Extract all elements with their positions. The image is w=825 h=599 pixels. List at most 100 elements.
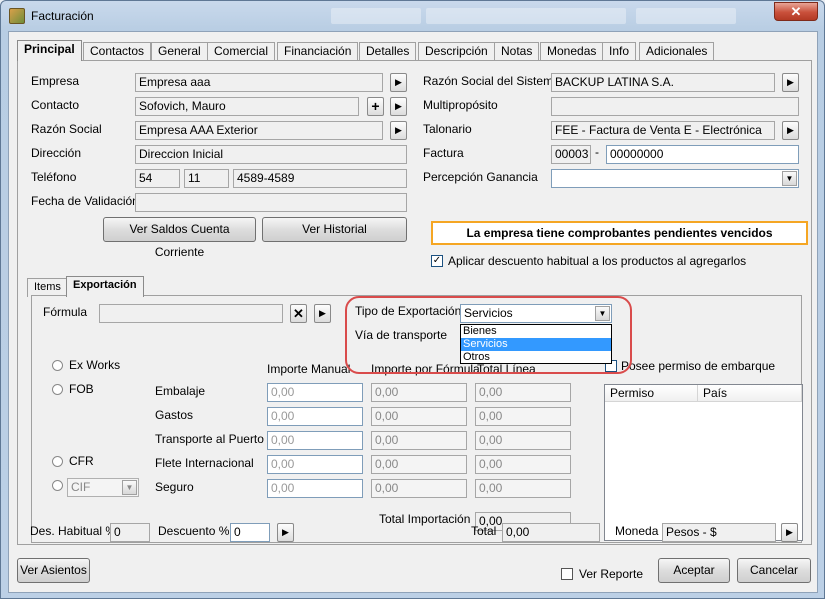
row-label-flete: Flete Internacional: [155, 456, 254, 470]
telefono-area-field[interactable]: 11: [184, 169, 229, 188]
tab-notas[interactable]: Notas: [494, 42, 540, 61]
tab-principal[interactable]: Principal: [17, 40, 82, 61]
moneda-field[interactable]: Pesos - $: [662, 523, 776, 542]
fecha-validacion-label: Fecha de Validación: [31, 194, 139, 208]
descuento-checkbox-label: Aplicar descuento habitual a los product…: [448, 254, 747, 268]
seguro-manual-field[interactable]: 0,00: [267, 479, 363, 498]
contacto-arrow-button[interactable]: ▶: [390, 97, 407, 116]
gastos-manual-field[interactable]: 0,00: [267, 407, 363, 426]
radio-fob-label: FOB: [69, 382, 94, 396]
percepcion-label: Percepción Ganancia: [423, 170, 538, 184]
option-otros[interactable]: Otros: [461, 351, 611, 364]
telefono-label: Teléfono: [31, 170, 77, 184]
chevron-down-icon[interactable]: ▼: [595, 306, 610, 321]
tipo-exportacion-dropdown[interactable]: Bienes Servicios Otros: [460, 324, 612, 364]
razon-sistema-field[interactable]: BACKUP LATINA S.A.: [551, 73, 775, 92]
radio-fob[interactable]: [52, 384, 63, 395]
empresa-field[interactable]: Empresa aaa: [135, 73, 383, 92]
window-title: Facturación: [31, 9, 94, 23]
descuento-checkbox[interactable]: ✓: [431, 255, 443, 267]
moneda-arrow-button[interactable]: ▶: [781, 523, 798, 542]
row-label-seguro: Seguro: [155, 480, 194, 494]
tipo-exportacion-value: Servicios: [464, 306, 513, 320]
tab-financiacion[interactable]: Financiación: [277, 42, 359, 61]
aceptar-button[interactable]: Aceptar: [658, 558, 730, 583]
via-transporte-label: Vía de transporte: [355, 328, 448, 342]
contacto-label: Contacto: [31, 98, 80, 112]
empresa-arrow-button[interactable]: ▶: [390, 73, 407, 92]
ver-reporte-checkbox[interactable]: [561, 568, 573, 580]
seguro-total-field: 0,00: [475, 479, 571, 498]
tipo-exportacion-select[interactable]: Servicios ▼: [460, 304, 612, 323]
razon-social-field[interactable]: Empresa AAA Exterior: [135, 121, 383, 140]
moneda-label: Moneda: [615, 524, 659, 538]
razon-sistema-arrow-button[interactable]: ▶: [782, 73, 799, 92]
tab-info[interactable]: Info: [602, 42, 637, 61]
list-header-pais[interactable]: País: [698, 385, 802, 402]
percepcion-select[interactable]: ▼: [551, 169, 799, 188]
cancelar-button[interactable]: Cancelar: [737, 558, 811, 583]
total-importacion-label: Total Importación: [379, 512, 471, 526]
title-bar[interactable]: Facturación ✕: [1, 1, 824, 31]
radio-cfr-label: CFR: [69, 454, 94, 468]
telefono-number-field[interactable]: 4589-4589: [233, 169, 407, 188]
col-importe-formula: Importe por Fórmula: [371, 362, 480, 376]
radio-exworks[interactable]: [52, 360, 63, 371]
ver-historial-button[interactable]: Ver Historial: [262, 217, 407, 242]
talonario-label: Talonario: [423, 122, 472, 136]
row-label-embalaje: Embalaje: [155, 384, 206, 398]
flete-total-field: 0,00: [475, 455, 571, 474]
row-label-gastos: Gastos: [155, 408, 194, 422]
list-header-permiso[interactable]: Permiso: [605, 385, 698, 402]
talonario-arrow-button[interactable]: ▶: [782, 121, 799, 140]
radio-cfr[interactable]: [52, 456, 63, 467]
permisos-list[interactable]: Permiso País: [604, 384, 803, 541]
telefono-country-field[interactable]: 54: [135, 169, 180, 188]
descuento-arrow-button[interactable]: ▶: [277, 523, 294, 542]
factura-pv-field[interactable]: 00003: [551, 145, 591, 164]
row-label-transporte: Transporte al Puerto: [155, 432, 264, 446]
talonario-field[interactable]: FEE - Factura de Venta E - Electrónica: [551, 121, 775, 140]
total-label: Total: [471, 524, 497, 538]
chevron-down-icon[interactable]: ▼: [782, 171, 797, 186]
radio-exworks-label: Ex Works: [69, 358, 121, 372]
fecha-validacion-field[interactable]: [135, 193, 407, 212]
option-servicios[interactable]: Servicios: [461, 338, 611, 351]
seguro-formula-field: 0,00: [371, 479, 467, 498]
factura-separator: -: [595, 145, 599, 159]
chevron-down-icon[interactable]: ▼: [122, 480, 137, 495]
tab-descripcion[interactable]: Descripción: [418, 42, 495, 61]
contacto-field[interactable]: Sofovich, Mauro: [135, 97, 359, 116]
formula-field[interactable]: [99, 304, 283, 323]
tab-general[interactable]: General: [151, 42, 208, 61]
cif-select[interactable]: CIF ▼: [67, 478, 139, 497]
tab-contactos[interactable]: Contactos: [83, 42, 152, 61]
col-importe-manual: Importe Manual: [267, 362, 351, 376]
ver-asientos-button[interactable]: Ver Asientos: [17, 558, 90, 583]
flete-manual-field[interactable]: 0,00: [267, 455, 363, 474]
transporte-manual-field[interactable]: 0,00: [267, 431, 363, 450]
tab-adicionales[interactable]: Adicionales: [639, 42, 715, 61]
des-habitual-field: 0: [110, 523, 150, 542]
embalaje-manual-field[interactable]: 0,00: [267, 383, 363, 402]
radio-cif[interactable]: [52, 480, 63, 491]
formula-label: Fórmula: [43, 305, 88, 319]
tab-monedas[interactable]: Monedas: [540, 42, 604, 61]
add-contact-button[interactable]: +: [367, 97, 384, 116]
razon-social-arrow-button[interactable]: ▶: [390, 121, 407, 140]
tab-detalles[interactable]: Detalles: [359, 42, 417, 61]
tab-comercial[interactable]: Comercial: [207, 42, 276, 61]
subtab-exportacion[interactable]: Exportación: [66, 276, 144, 297]
multiproposito-field[interactable]: [551, 97, 799, 116]
pending-invoices-warning: La empresa tiene comprobantes pendientes…: [431, 221, 808, 245]
gastos-formula-field: 0,00: [371, 407, 467, 426]
embalaje-total-field: 0,00: [475, 383, 571, 402]
ver-saldos-button[interactable]: Ver Saldos Cuenta Corriente: [103, 217, 256, 259]
formula-arrow-button[interactable]: ▶: [314, 304, 331, 323]
close-button[interactable]: ✕: [774, 2, 818, 21]
descuento-field[interactable]: 0: [230, 523, 270, 542]
direccion-field[interactable]: Direccion Inicial: [135, 145, 407, 164]
option-bienes[interactable]: Bienes: [461, 325, 611, 338]
factura-number-field[interactable]: 00000000: [606, 145, 799, 164]
clear-formula-button[interactable]: ✕: [290, 304, 307, 323]
